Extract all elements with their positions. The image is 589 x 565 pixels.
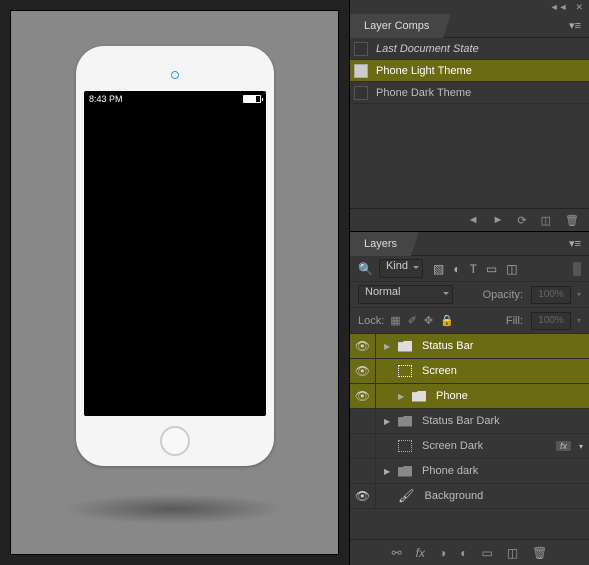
lock-label: Lock: <box>358 315 384 327</box>
folder-icon <box>398 416 412 427</box>
lock-all-icon[interactable]: 🔒 <box>440 314 454 327</box>
blend-mode-dropdown[interactable]: Normal <box>358 285 453 304</box>
layer-name: Phone <box>436 390 468 402</box>
opacity-input[interactable]: 100% <box>531 286 571 304</box>
folder-icon <box>398 466 412 477</box>
layer-list[interactable]: 👁 ▶ Status Bar 👁 Screen 👁 ▶ Phone 👁 ▶ Status Bar D… <box>350 334 589 539</box>
visibility-toggle[interactable]: 👁 <box>350 359 376 383</box>
layer-comps-toolbar: ◄ ► ⟳ ◫ 🗑 <box>350 208 589 232</box>
folder-icon <box>398 341 412 352</box>
canvas-area[interactable]: 8:43 PM <box>10 10 339 555</box>
layer-comps-list[interactable]: Last Document State Phone Light Theme Phon… <box>350 38 589 208</box>
layer-name: Status Bar <box>422 340 473 352</box>
comp-thumb-icon <box>354 42 368 56</box>
new-group-icon[interactable]: ▭ <box>481 546 492 560</box>
layer-comp-row[interactable]: Phone Light Theme <box>350 60 589 82</box>
layer-row[interactable]: 👁 ▶ Phone dark <box>350 459 589 484</box>
layer-name: Screen Dark <box>422 440 483 452</box>
brush-icon: 🖌 <box>398 488 415 504</box>
filter-type-icon[interactable]: T <box>470 262 477 276</box>
visibility-toggle[interactable]: 👁 <box>350 334 376 358</box>
layer-name: Status Bar Dark <box>422 415 500 427</box>
layers-tab[interactable]: Layers <box>350 232 411 256</box>
update-comp-icon[interactable]: ⟳ <box>517 214 526 227</box>
fx-expand-icon[interactable]: ▾ <box>579 442 583 451</box>
lock-transparent-icon[interactable]: ▦ <box>390 314 400 327</box>
visibility-toggle[interactable]: 👁 <box>350 384 376 408</box>
filter-smart-icon[interactable]: ◫ <box>506 262 517 276</box>
artboard-icon <box>398 365 412 377</box>
layers-bottom-toolbar: ⚯ fx ◑ ◐ ▭ ◫ 🗑 <box>350 539 589 565</box>
artboard-icon <box>398 440 412 452</box>
phone-mockup: 8:43 PM <box>76 46 274 466</box>
layer-name: Background <box>425 490 484 502</box>
comp-label: Phone Light Theme <box>376 65 472 77</box>
lock-row: Lock: ▦ ✐ ✥ 🔒 Fill: 100% ▾ <box>350 308 589 334</box>
layer-comp-row[interactable]: Last Document State <box>350 38 589 60</box>
visibility-toggle[interactable]: 👁 <box>350 459 376 483</box>
disclosure-arrow[interactable]: ▶ <box>384 417 394 426</box>
fill-input[interactable]: 100% <box>531 312 571 330</box>
phone-speaker <box>171 71 179 79</box>
comp-label: Phone Dark Theme <box>376 87 471 99</box>
panels-dock: ◄◄ ✕ Layer Comps ▾≡ Last Document State P… <box>349 0 589 565</box>
layer-mask-icon[interactable]: ◑ <box>439 546 446 560</box>
close-icon[interactable]: ✕ <box>575 2 583 13</box>
layer-comps-tab[interactable]: Layer Comps <box>350 14 443 38</box>
adjustment-layer-icon[interactable]: ◐ <box>460 546 467 560</box>
phone-shadow <box>61 494 286 524</box>
lock-paint-icon[interactable]: ✐ <box>408 314 417 327</box>
search-icon: 🔍 <box>358 262 373 276</box>
fx-badge[interactable]: fx <box>556 441 571 451</box>
link-layers-icon[interactable]: ⚯ <box>392 546 402 560</box>
visibility-toggle[interactable]: 👁 <box>350 409 376 433</box>
layer-row[interactable]: 👁 ▶ Status Bar <box>350 334 589 359</box>
visibility-toggle[interactable]: 👁 <box>350 434 376 458</box>
new-layer-icon[interactable]: ◫ <box>507 546 518 560</box>
new-comp-icon[interactable]: ◫ <box>541 214 551 227</box>
layer-row[interactable]: 👁 🖌 Background <box>350 484 589 509</box>
panel-collapse-bar[interactable]: ◄◄ ✕ <box>350 0 589 14</box>
statusbar-time: 8:43 PM <box>89 94 123 104</box>
blend-row: Normal Opacity: 100% ▾ <box>350 282 589 308</box>
filter-shape-icon[interactable]: ▭ <box>486 262 497 276</box>
status-bar: 8:43 PM <box>84 91 266 107</box>
disclosure-arrow[interactable]: ▶ <box>384 342 394 351</box>
layer-comp-row[interactable]: Phone Dark Theme <box>350 82 589 104</box>
layer-row[interactable]: 👁 Screen <box>350 359 589 384</box>
comp-thumb-icon <box>354 86 368 100</box>
filter-adjust-icon[interactable]: ◐ <box>453 262 460 276</box>
layer-row[interactable]: 👁 ▶ Status Bar Dark <box>350 409 589 434</box>
layer-name: Phone dark <box>422 465 478 477</box>
collapse-icon[interactable]: ◄◄ <box>550 2 568 12</box>
layers-header: Layers ▾≡ <box>350 232 589 256</box>
panel-menu-icon[interactable]: ▾≡ <box>561 19 589 32</box>
layer-comps-header: Layer Comps ▾≡ <box>350 14 589 38</box>
layer-row[interactable]: 👁 Screen Dark fx ▾ <box>350 434 589 459</box>
prev-comp-icon[interactable]: ◄ <box>468 214 479 226</box>
layer-row[interactable]: 👁 ▶ Phone <box>350 384 589 409</box>
lock-position-icon[interactable]: ✥ <box>424 314 433 327</box>
filter-pixel-icon[interactable]: ▧ <box>433 262 444 276</box>
disclosure-arrow[interactable]: ▶ <box>398 392 408 401</box>
delete-layer-icon[interactable]: 🗑 <box>532 546 547 560</box>
layer-style-icon[interactable]: fx <box>416 546 425 560</box>
visibility-toggle[interactable]: 👁 <box>350 484 376 508</box>
phone-screen: 8:43 PM <box>84 91 266 416</box>
next-comp-icon[interactable]: ► <box>493 214 504 226</box>
opacity-label: Opacity: <box>483 289 523 301</box>
delete-comp-icon[interactable]: 🗑 <box>565 214 579 227</box>
filter-kind-dropdown[interactable]: Kind <box>379 259 423 278</box>
fill-label: Fill: <box>506 315 523 327</box>
layers-menu-icon[interactable]: ▾≡ <box>561 237 589 250</box>
filter-toggle[interactable] <box>573 262 581 276</box>
comp-label: Last Document State <box>376 43 479 55</box>
battery-icon <box>243 95 261 103</box>
layer-name: Screen <box>422 365 457 377</box>
home-button <box>160 426 190 456</box>
folder-icon <box>412 391 426 402</box>
comp-thumb-icon <box>354 64 368 78</box>
layer-filter-row: 🔍 Kind ▧ ◐ T ▭ ◫ <box>350 256 589 282</box>
disclosure-arrow[interactable]: ▶ <box>384 467 394 476</box>
